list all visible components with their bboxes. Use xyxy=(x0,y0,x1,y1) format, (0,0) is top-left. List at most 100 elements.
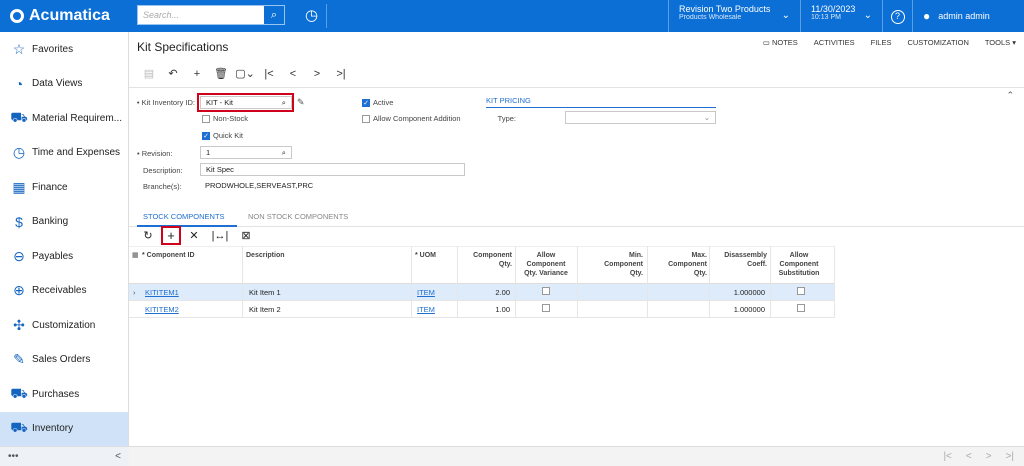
component-id-link[interactable]: KITITEM2 xyxy=(145,305,179,314)
sidebar-item-customization[interactable]: ✣ Customization xyxy=(0,308,128,343)
company-selector[interactable]: Revision Two Products Products Wholesale… xyxy=(668,0,800,32)
allow-variance-checkbox[interactable] xyxy=(542,304,550,314)
dollar-icon: $ xyxy=(15,213,23,230)
disassembly-coeff[interactable]: 1.000000 xyxy=(713,288,765,297)
component-id-link[interactable]: KITITEM1 xyxy=(145,288,179,297)
col-max-qty[interactable]: Max. Component Qty. xyxy=(653,251,707,278)
sidebar-item-favorites[interactable]: ☆ Favorites xyxy=(0,32,128,67)
grid-settings-icon[interactable]: ▦ xyxy=(132,251,139,260)
search-icon[interactable]: ⌕ xyxy=(264,6,284,24)
sidebar-item-label: Receivables xyxy=(32,285,87,297)
table-row[interactable]: › KITITEM1 Kit Item 1 ITEM 2.00 1.000000 xyxy=(129,284,835,301)
component-description: Kit Item 1 xyxy=(249,288,281,297)
more-icon[interactable]: ••• xyxy=(8,451,19,462)
acumatica-logo[interactable]: Acumatica xyxy=(0,0,129,32)
sidebar-item-inventory[interactable]: ⛟ Inventory xyxy=(0,411,128,446)
sidebar-item-payables[interactable]: ⊖ Payables xyxy=(0,239,128,274)
col-description[interactable]: Description xyxy=(246,251,285,260)
add-icon[interactable]: + xyxy=(185,66,209,82)
non-stock-checkbox[interactable]: Non-Stock xyxy=(202,114,248,123)
copy-paste-icon[interactable]: ▢⌄ xyxy=(233,66,257,82)
quick-kit-checkbox[interactable]: ✓ Quick Kit xyxy=(202,131,243,140)
sidebar-item-time-and-expenses[interactable]: ◷ Time and Expenses xyxy=(0,136,128,171)
save-icon[interactable]: ▤ xyxy=(137,66,161,82)
row-indicator-icon: › xyxy=(133,288,136,297)
add-row-icon[interactable]: + xyxy=(161,226,181,245)
column-divider xyxy=(411,246,412,318)
component-qty[interactable]: 2.00 xyxy=(464,288,510,297)
history-icon[interactable]: ◷ xyxy=(297,4,327,28)
tab-stock-components[interactable]: STOCK COMPONENTS xyxy=(143,212,225,221)
column-divider xyxy=(834,246,835,318)
revision-label: • Revision: xyxy=(137,149,173,158)
sidebar-item-finance[interactable]: ▦ Finance xyxy=(0,170,128,205)
collapse-sidebar-icon[interactable]: < xyxy=(115,451,121,462)
activities-link[interactable]: ACTIVITIES xyxy=(814,38,855,47)
last-page-icon[interactable]: >| xyxy=(1006,451,1014,462)
type-select[interactable]: ⌄ xyxy=(565,111,716,124)
previous-record-icon[interactable]: < xyxy=(281,66,305,82)
notes-link[interactable]: ▭ NOTES xyxy=(763,38,798,47)
col-allow-substitution[interactable]: Allow Component Substitution xyxy=(773,251,825,278)
col-component-qty[interactable]: Component Qty. xyxy=(464,251,512,269)
help-button[interactable]: ? xyxy=(882,0,912,32)
non-stock-label: Non-Stock xyxy=(213,114,249,123)
user-menu[interactable]: ● admin admin xyxy=(912,0,1024,32)
revision-field[interactable]: 1 ⌕ xyxy=(200,146,292,159)
edit-icon[interactable]: ✎ xyxy=(297,97,305,108)
allow-component-addition-label: Allow Component Addition xyxy=(373,114,461,123)
previous-page-icon[interactable]: < xyxy=(966,451,972,462)
sidebar-item-data-views[interactable]: ◔ Data Views xyxy=(0,67,128,102)
export-excel-icon[interactable]: ⊠ xyxy=(233,229,259,243)
sidebar-item-label: Purchases xyxy=(32,388,80,400)
disassembly-coeff[interactable]: 1.000000 xyxy=(713,305,765,314)
table-row[interactable]: KITITEM2 Kit Item 2 ITEM 1.00 1.000000 xyxy=(129,301,835,318)
collapse-icon[interactable]: ⌃ xyxy=(1006,90,1014,101)
col-var-line3: Qty. Variance xyxy=(524,270,568,277)
search-input[interactable]: Search... xyxy=(138,10,264,20)
main-toolbar: ▤ ↶ + 🗑 ▢⌄ |< < > >| xyxy=(137,66,353,82)
col-component-id[interactable]: * Component ID xyxy=(142,251,195,260)
search-icon[interactable]: ⌕ xyxy=(282,148,286,158)
files-link[interactable]: FILES xyxy=(871,38,892,47)
allow-component-addition-checkbox[interactable]: Allow Component Addition xyxy=(362,114,461,123)
delete-row-icon[interactable]: ✕ xyxy=(181,229,207,243)
uom-link[interactable]: ITEM xyxy=(417,288,435,297)
allow-variance-checkbox[interactable] xyxy=(542,287,550,297)
col-min-qty[interactable]: Min. Component Qty. xyxy=(589,251,643,278)
next-record-icon[interactable]: > xyxy=(305,66,329,82)
type-label: Type: xyxy=(497,114,516,123)
branches-field[interactable]: PRODWHOLE,SERVEAST,PRC xyxy=(200,179,320,192)
col-disassembly-coeff[interactable]: Disassembly Coeff. xyxy=(713,251,767,269)
allow-substitution-checkbox[interactable] xyxy=(797,287,805,297)
sidebar-item-receivables[interactable]: ⊕ Receivables xyxy=(0,274,128,309)
first-record-icon[interactable]: |< xyxy=(257,66,281,82)
refresh-icon[interactable]: ↻ xyxy=(135,229,161,243)
tab-non-stock-components[interactable]: NON STOCK COMPONENTS xyxy=(248,212,348,221)
col-uom[interactable]: * UOM xyxy=(415,251,436,260)
sidebar-item-material-requirements[interactable]: ⛟ Material Requirem... xyxy=(0,101,128,136)
user-name: admin admin xyxy=(938,11,990,21)
tools-menu[interactable]: TOOLS ▾ xyxy=(985,38,1016,47)
customization-link[interactable]: CUSTOMIZATION xyxy=(907,38,968,47)
sidebar-item-banking[interactable]: $ Banking xyxy=(0,205,128,240)
next-page-icon[interactable]: > xyxy=(986,451,992,462)
component-qty[interactable]: 1.00 xyxy=(464,305,510,314)
delete-icon[interactable]: 🗑 xyxy=(209,66,233,82)
allow-substitution-checkbox[interactable] xyxy=(797,304,805,314)
uom-link[interactable]: ITEM xyxy=(417,305,435,314)
column-divider xyxy=(709,246,710,318)
active-checkbox[interactable]: ✓ Active xyxy=(362,98,393,107)
business-date-selector[interactable]: 11/30/2023 10:13 PM ⌄ xyxy=(800,0,882,32)
search-box[interactable]: Search... ⌕ xyxy=(137,5,285,25)
description-field[interactable]: Kit Spec xyxy=(200,163,465,176)
col-allow-qty-variance[interactable]: Allow Component Qty. Variance xyxy=(518,251,574,278)
sidebar-item-purchases[interactable]: ⛟ Purchases xyxy=(0,377,128,412)
sidebar-item-label: Material Requirem... xyxy=(32,112,123,124)
col-sub-line2: Component xyxy=(779,261,819,268)
fit-columns-icon[interactable]: |↔| xyxy=(207,229,233,243)
last-record-icon[interactable]: >| xyxy=(329,66,353,82)
first-page-icon[interactable]: |< xyxy=(943,451,951,462)
sidebar-item-sales-orders[interactable]: ✎ Sales Orders xyxy=(0,343,128,378)
undo-icon[interactable]: ↶ xyxy=(161,66,185,82)
